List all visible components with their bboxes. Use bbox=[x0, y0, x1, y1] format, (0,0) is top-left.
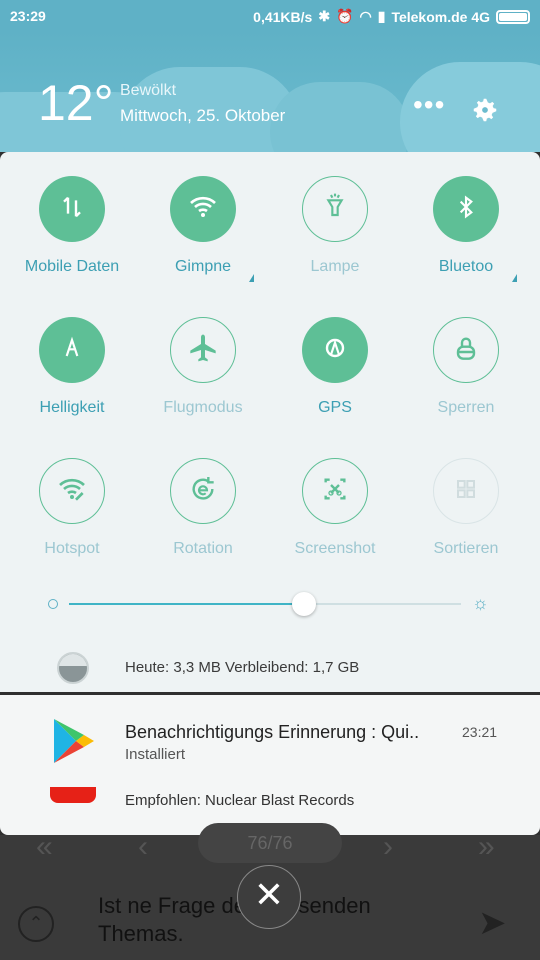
sort-icon bbox=[450, 473, 482, 510]
rotation-icon bbox=[187, 473, 219, 510]
expand-icon: ⌃ bbox=[18, 906, 54, 942]
date-label: Mittwoch, 25. Oktober bbox=[120, 106, 286, 125]
brightness-low-icon bbox=[48, 599, 58, 609]
tile-mobile-daten[interactable]: Mobile Daten bbox=[17, 176, 127, 276]
tile-label: Lampe bbox=[310, 258, 360, 275]
brightness-slider[interactable]: ☼ bbox=[44, 592, 499, 616]
tile-gps[interactable]: GPS bbox=[280, 317, 390, 417]
notification-time: 23:21 bbox=[462, 724, 498, 740]
tile-label: GPS bbox=[318, 399, 352, 416]
wifi-icon bbox=[187, 191, 219, 228]
tile-sortieren[interactable]: Sortieren bbox=[411, 458, 521, 558]
tile-circle bbox=[170, 458, 236, 524]
wifi-status-icon: ◠ bbox=[359, 8, 372, 24]
notification-title: Benachrichtigungs Erinnerung : Qui.. bbox=[125, 722, 420, 742]
weather-header[interactable]: 12° Bewölkt Mittwoch, 25. Oktober ••• bbox=[0, 32, 540, 152]
more-icon[interactable]: ••• bbox=[413, 91, 445, 119]
network-speed: 0,41KB/s bbox=[253, 8, 313, 25]
page-indicator: 76/76 bbox=[198, 823, 342, 863]
tile-label: Helligkeit bbox=[39, 399, 105, 416]
first-page-icon: « bbox=[36, 830, 53, 863]
tile-label: Flugmodus bbox=[163, 399, 243, 416]
tile-circle bbox=[39, 317, 105, 383]
signal-icon: ▮ bbox=[377, 8, 386, 24]
tile-label: Sperren bbox=[437, 399, 495, 416]
hotspot-icon bbox=[56, 473, 88, 510]
tile-label: Screenshot bbox=[294, 540, 376, 557]
notification-subtitle: Installiert bbox=[125, 746, 186, 763]
data-usage-row[interactable]: Heute: 3,3 MB Verbleibend: 1,7 GB bbox=[0, 644, 540, 692]
dropdown-arrow-icon bbox=[249, 274, 254, 282]
lock-icon bbox=[450, 332, 482, 369]
slider-thumb[interactable] bbox=[292, 592, 317, 616]
flashlight-icon bbox=[319, 191, 351, 228]
notification-item[interactable]: Benachrichtigungs Erinnerung : Qui.. Ins… bbox=[0, 695, 540, 775]
tile-helligkeit[interactable]: Helligkeit bbox=[17, 317, 127, 417]
tile-circle bbox=[39, 176, 105, 242]
tile-label: Hotspot bbox=[44, 540, 100, 557]
tile-label: Sortieren bbox=[433, 540, 499, 557]
tile-circle bbox=[170, 317, 236, 383]
battery-icon bbox=[496, 9, 530, 24]
tile-screenshot[interactable]: Screenshot bbox=[280, 458, 390, 558]
weather-condition: Bewölkt bbox=[120, 82, 177, 99]
tile-circle bbox=[302, 176, 368, 242]
screenshot-icon bbox=[319, 473, 351, 510]
tile-label: Bluetoo bbox=[438, 258, 494, 275]
temperature: 12° bbox=[38, 75, 114, 131]
tile-circle bbox=[433, 317, 499, 383]
tile-label: Rotation bbox=[173, 540, 233, 557]
notification-title: Empfohlen: Nuclear Blast Records bbox=[125, 792, 355, 809]
last-page-icon: » bbox=[478, 830, 495, 863]
dropdown-arrow-icon bbox=[512, 274, 517, 282]
tile-label: Mobile Daten bbox=[24, 258, 120, 275]
airplane-icon bbox=[187, 332, 219, 369]
close-icon[interactable]: ✕ bbox=[237, 865, 301, 929]
tile-sperren[interactable]: Sperren bbox=[411, 317, 521, 417]
tile-circle bbox=[170, 176, 236, 242]
bluetooth-status-icon: ✱ bbox=[318, 8, 331, 24]
prev-page-icon: ‹ bbox=[138, 830, 148, 863]
youtube-icon bbox=[50, 787, 96, 803]
status-right: 0,41KB/s ✱ ⏰ ◠ ▮ Telekom.de 4G bbox=[253, 8, 530, 25]
tile-circle bbox=[433, 458, 499, 524]
brightness-high-icon: ☼ bbox=[472, 593, 489, 613]
mobile-data-icon bbox=[56, 191, 88, 228]
data-usage-icon bbox=[57, 652, 89, 684]
tile-circle bbox=[39, 458, 105, 524]
send-icon: ➤ bbox=[478, 904, 507, 942]
status-time: 23:29 bbox=[10, 8, 46, 24]
slider-fill bbox=[69, 603, 305, 605]
brightness-auto-icon bbox=[56, 332, 88, 369]
bluetooth-icon bbox=[450, 191, 482, 228]
quick-settings-panel: Mobile Daten Gimpne Lampe Bluetoo Helligkeit… bbox=[0, 152, 540, 692]
tile-lampe[interactable]: Lampe bbox=[280, 176, 390, 276]
status-bar: 23:29 0,41KB/s ✱ ⏰ ◠ ▮ Telekom.de 4G bbox=[0, 0, 540, 32]
cloud-decoration bbox=[270, 82, 410, 152]
gps-icon bbox=[319, 332, 351, 369]
notification-panel: Benachrichtigungs Erinnerung : Qui.. Ins… bbox=[0, 695, 540, 835]
gear-icon[interactable] bbox=[470, 95, 500, 130]
tile-hotspot[interactable]: Hotspot bbox=[17, 458, 127, 558]
tile-gimpne[interactable]: Gimpne bbox=[148, 176, 258, 282]
background-app: « ‹ 76/76 › » ⌃ Ist ne Frage des passend… bbox=[0, 823, 540, 960]
tile-bluetoo[interactable]: Bluetoo bbox=[411, 176, 521, 282]
tile-label: Gimpne bbox=[174, 258, 232, 275]
tile-circle bbox=[433, 176, 499, 242]
tile-circle bbox=[302, 458, 368, 524]
play-store-icon bbox=[52, 717, 96, 770]
carrier-label: Telekom.de 4G bbox=[391, 8, 490, 25]
tile-circle bbox=[302, 317, 368, 383]
data-usage-text: Heute: 3,3 MB Verbleibend: 1,7 GB bbox=[125, 659, 360, 676]
tile-rotation[interactable]: Rotation bbox=[148, 458, 258, 558]
tile-flugmodus[interactable]: Flugmodus bbox=[148, 317, 258, 417]
next-page-icon: › bbox=[383, 830, 393, 863]
alarm-icon: ⏰ bbox=[336, 8, 354, 24]
